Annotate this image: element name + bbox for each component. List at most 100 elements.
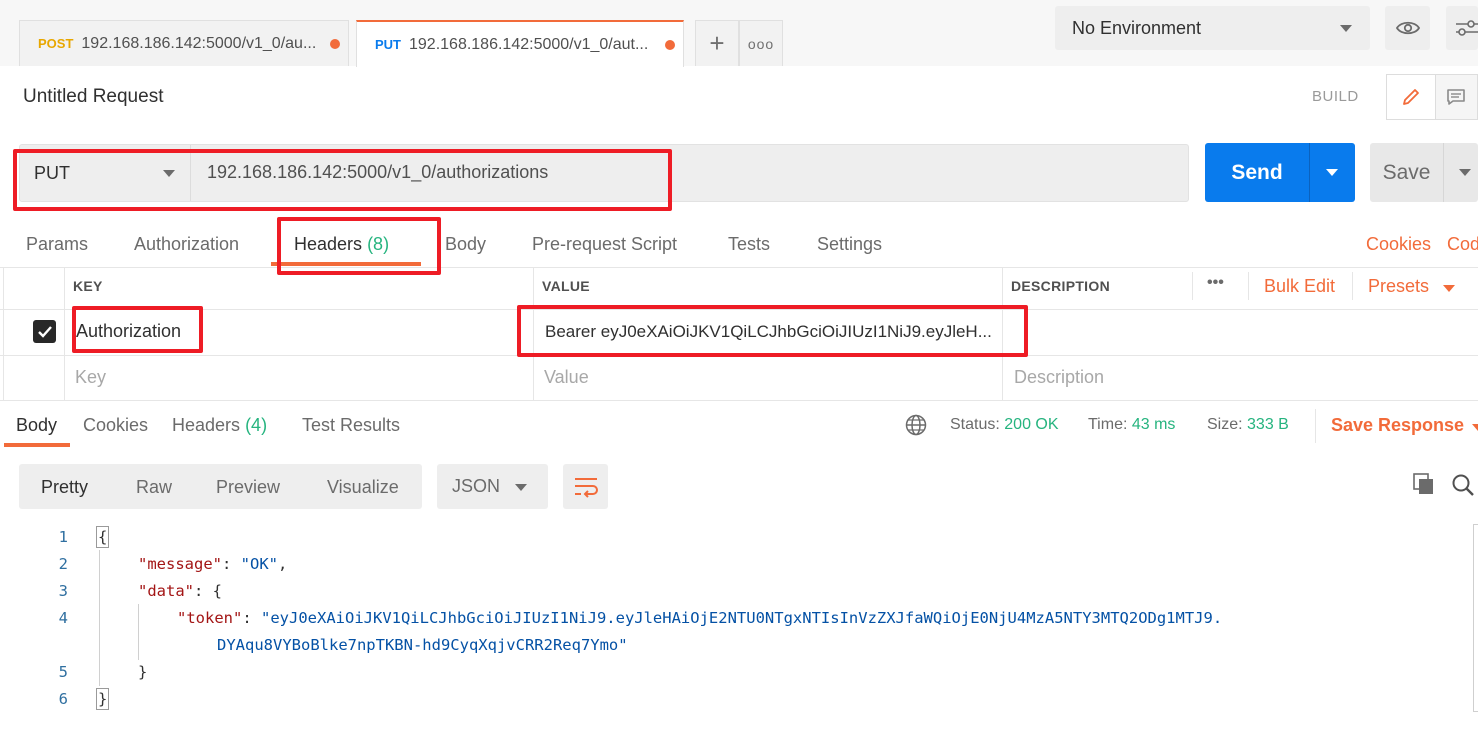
save-response-label: Save Response: [1331, 415, 1465, 435]
tab-body[interactable]: Body: [445, 234, 486, 255]
new-description-input[interactable]: Description: [1014, 367, 1104, 388]
header-key-cell[interactable]: Authorization: [76, 321, 181, 342]
request-title[interactable]: Untitled Request: [23, 86, 163, 108]
tab-headers-label: Headers: [294, 234, 363, 254]
new-value-input[interactable]: Value: [544, 367, 589, 388]
tab-title: 192.168.186.142:5000/v1_0/aut...: [409, 35, 649, 53]
chevron-down-icon: [1443, 285, 1455, 292]
copy-icon[interactable]: [1413, 473, 1435, 500]
presets-dropdown[interactable]: Presets: [1368, 276, 1455, 297]
column-header-key: KEY: [73, 278, 103, 294]
code-line-6: }: [98, 690, 108, 708]
environment-quick-look-button[interactable]: [1385, 6, 1430, 50]
column-header-value: VALUE: [542, 278, 590, 294]
format-visualize[interactable]: Visualize: [327, 477, 399, 498]
mode-toggle: [1386, 74, 1478, 120]
tab-params[interactable]: Params: [26, 234, 88, 255]
search-icon[interactable]: [1451, 473, 1475, 502]
response-tab-headers[interactable]: Headers (4): [172, 415, 267, 436]
tab-authorization[interactable]: Authorization: [134, 234, 239, 255]
plus-icon: +: [709, 28, 725, 58]
response-time[interactable]: Time: 43 ms: [1088, 416, 1175, 434]
code-line-4-wrap: DYAqu8VYBoBlke7npTKBN-hd9CyqXqjvCRR2Req7…: [217, 636, 628, 654]
headers-count: (8): [367, 234, 390, 254]
tab-method: PUT: [375, 37, 401, 52]
pencil-icon: [1403, 89, 1419, 105]
tab-tests[interactable]: Tests: [728, 234, 770, 255]
chevron-down-icon: [1459, 169, 1471, 176]
response-tab-cookies[interactable]: Cookies: [83, 415, 148, 436]
cookies-link[interactable]: Cookies: [1366, 234, 1431, 255]
response-tab-test-results[interactable]: Test Results: [302, 415, 400, 436]
new-tab-button[interactable]: +: [695, 20, 739, 66]
column-options-icon[interactable]: •••: [1207, 274, 1224, 292]
comments-button[interactable]: [1435, 75, 1477, 119]
format-raw[interactable]: Raw: [136, 477, 172, 498]
line-number: 6: [58, 690, 68, 708]
tab-options-button[interactable]: ooo: [739, 20, 783, 66]
new-key-input[interactable]: Key: [75, 367, 106, 388]
sliders-icon: [1456, 20, 1478, 36]
eye-icon: [1395, 21, 1420, 35]
more-horizontal-icon: ooo: [747, 35, 775, 52]
format-preview[interactable]: Preview: [216, 477, 280, 498]
comment-icon: [1447, 89, 1466, 105]
json-key: "token": [177, 609, 243, 627]
header-enabled-checkbox[interactable]: [33, 320, 56, 343]
build-mode-label: BUILD: [1312, 88, 1359, 105]
response-headers-label: Headers: [172, 415, 241, 435]
format-pretty[interactable]: Pretty: [41, 477, 88, 498]
save-label: Save: [1382, 160, 1431, 184]
status-label: Status:: [950, 416, 1000, 433]
chevron-down-icon: [1326, 169, 1338, 176]
tab-headers[interactable]: Headers (8): [294, 234, 389, 255]
url-bar: [19, 144, 1189, 202]
url-input[interactable]: 192.168.186.142:5000/v1_0/authorizations: [207, 162, 548, 183]
chevron-down-icon: [163, 170, 175, 177]
globe-icon[interactable]: [905, 414, 927, 441]
environment-label: No Environment: [1072, 17, 1202, 38]
time-label: Time:: [1088, 416, 1128, 433]
json-string: "eyJ0eXAiOiJKV1QiLCJhbGciOiJIUzI1NiJ9.ey…: [261, 609, 1223, 627]
environment-select[interactable]: No Environment: [1055, 6, 1370, 50]
save-button[interactable]: Save: [1370, 143, 1478, 202]
code-scrollbar[interactable]: [1473, 524, 1478, 712]
checkmark-icon: [37, 325, 52, 338]
code-link[interactable]: Cod: [1447, 234, 1478, 255]
save-options-button[interactable]: [1444, 143, 1478, 202]
send-options-button[interactable]: [1310, 143, 1355, 202]
size-label: Size:: [1207, 416, 1243, 433]
chevron-down-icon: [1472, 424, 1478, 431]
response-active-tab-indicator: [4, 443, 70, 447]
chevron-down-icon: [1340, 25, 1352, 32]
line-number: 1: [58, 528, 68, 546]
response-size[interactable]: Size: 333 B: [1207, 416, 1289, 434]
presets-label: Presets: [1368, 276, 1430, 296]
tab-settings[interactable]: Settings: [817, 234, 882, 255]
build-mode-button[interactable]: [1387, 75, 1436, 119]
save-response-dropdown[interactable]: Save Response: [1331, 415, 1478, 436]
line-number: 5: [58, 663, 68, 681]
request-tab-put[interactable]: PUT 192.168.186.142:5000/v1_0/aut...: [356, 20, 684, 67]
code-line-2: "message": "OK",: [138, 555, 288, 573]
send-button[interactable]: Send: [1205, 143, 1355, 202]
header-value-cell[interactable]: Bearer eyJ0eXAiOiJKV1QiLCJhbGciOiJIUzI1N…: [545, 322, 992, 342]
method-select[interactable]: PUT: [20, 145, 191, 201]
tab-title: 192.168.186.142:5000/v1_0/au...: [81, 34, 317, 52]
language-select[interactable]: JSON: [437, 464, 548, 509]
unsaved-dot-icon: [330, 39, 340, 49]
method-label: PUT: [34, 162, 70, 183]
bulk-edit-link[interactable]: Bulk Edit: [1264, 276, 1335, 297]
code-line-5: }: [138, 663, 148, 681]
time-value: 43 ms: [1131, 416, 1176, 433]
response-status[interactable]: Status: 200 OK: [950, 416, 1059, 434]
size-value: 333 B: [1247, 416, 1289, 433]
column-header-description: DESCRIPTION: [1011, 278, 1110, 294]
wrap-lines-button[interactable]: [563, 464, 608, 509]
tab-pre-request-script[interactable]: Pre-request Script: [532, 234, 677, 255]
request-tab-post[interactable]: POST 192.168.186.142:5000/v1_0/au...: [19, 20, 349, 66]
code-line-4: "token": "eyJ0eXAiOiJKV1QiLCJhbGciOiJIUz…: [177, 609, 1223, 627]
manage-environments-button[interactable]: [1446, 6, 1478, 50]
json-string: DYAqu8VYBoBlke7npTKBN-hd9CyqXqjvCRR2Req7…: [217, 636, 628, 654]
response-tab-body[interactable]: Body: [16, 415, 57, 436]
